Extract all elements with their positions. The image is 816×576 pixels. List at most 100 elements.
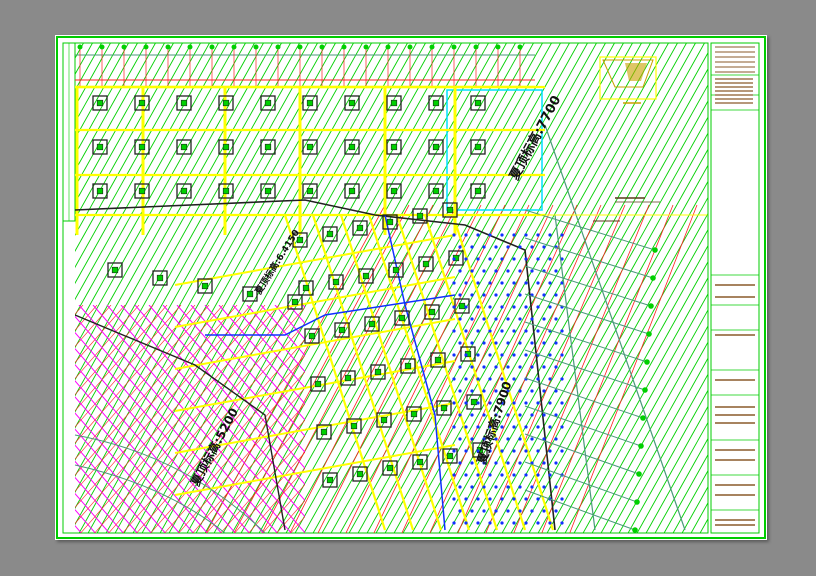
column-footing [470, 183, 486, 199]
dot-mark [512, 401, 516, 405]
dot-mark [560, 233, 564, 237]
dot-mark [530, 341, 534, 345]
dot-mark [482, 317, 486, 321]
dot-mark [482, 269, 486, 273]
magenta-cross-line [75, 305, 238, 492]
dot-mark [512, 353, 516, 357]
dot-mark [452, 497, 456, 501]
footing-core [434, 356, 442, 364]
dot-mark [476, 473, 480, 477]
footing-core [291, 298, 299, 306]
footing-core [392, 266, 400, 274]
dot-mark [536, 449, 540, 453]
dot-mark [500, 425, 504, 429]
dot-mark [482, 485, 486, 489]
footing-core [96, 143, 104, 151]
footing-core [306, 99, 314, 107]
dot-mark [452, 353, 456, 357]
dot-mark [458, 269, 462, 273]
dot-mark [548, 521, 552, 525]
magenta-line [75, 364, 222, 533]
dot-mark [554, 437, 558, 441]
footing-core [432, 99, 440, 107]
dot-mark [458, 365, 462, 369]
dot-mark [464, 473, 468, 477]
dot-mark [536, 521, 540, 525]
footing-core [416, 458, 424, 466]
dot-mark [506, 365, 510, 369]
magenta-cross-line [75, 305, 224, 476]
dot-mark [494, 509, 498, 513]
dot-mark [512, 233, 516, 237]
dot-mark [536, 497, 540, 501]
dot-mark [542, 365, 546, 369]
footing-core [356, 470, 364, 478]
dot-mark [548, 401, 552, 405]
dot-mark [524, 449, 528, 453]
magenta-cross-line [75, 305, 154, 396]
dot-mark [452, 305, 456, 309]
footing-core [222, 99, 230, 107]
dot-mark [518, 389, 522, 393]
dot-mark [536, 377, 540, 381]
dot-mark [524, 521, 528, 525]
top-bubble [99, 44, 105, 50]
dot-mark [518, 293, 522, 297]
magenta-cross-line [75, 305, 98, 331]
dot-mark [506, 269, 510, 273]
dot-mark [464, 497, 468, 501]
top-bubble [407, 44, 413, 50]
dot-mark [494, 245, 498, 249]
dot-mark [518, 485, 522, 489]
dot-mark [488, 353, 492, 357]
dot-mark [554, 485, 558, 489]
column-footing [344, 183, 360, 199]
footing-core [374, 368, 382, 376]
footing-core [362, 272, 370, 280]
dot-mark [554, 365, 558, 369]
dot-mark [500, 233, 504, 237]
top-bubble [253, 44, 259, 50]
footing-core [390, 143, 398, 151]
dot-mark [452, 425, 456, 429]
footing-core [96, 187, 104, 195]
dot-mark [488, 401, 492, 405]
axis-bubble [650, 275, 656, 281]
dot-mark [476, 401, 480, 405]
dot-mark [458, 341, 462, 345]
dot-mark [542, 389, 546, 393]
hatch-line [465, 100, 708, 533]
dot-mark [482, 509, 486, 513]
footing-core [180, 99, 188, 107]
dot-mark [488, 521, 492, 525]
dot-mark [500, 497, 504, 501]
top-bubble [341, 44, 347, 50]
top-bubble [517, 44, 523, 50]
top-bubble [319, 44, 325, 50]
footing-core [326, 230, 334, 238]
footing-core [222, 187, 230, 195]
dot-mark [524, 329, 528, 333]
footing-core [386, 464, 394, 472]
drawing-viewer[interactable]: 夏顶标高:7700 夏顶标高:7900 夏顶标高:5200 夏顶标高:6.415… [0, 0, 816, 576]
dot-mark [458, 389, 462, 393]
footing-core [314, 380, 322, 388]
dot-mark [536, 257, 540, 261]
footing-core [264, 187, 272, 195]
dot-mark [542, 509, 546, 513]
footing-core [332, 278, 340, 286]
axis-bubble [632, 527, 638, 533]
dot-mark [560, 425, 564, 429]
dot-mark [458, 437, 462, 441]
hatch-line [75, 43, 283, 413]
footing-core [380, 416, 388, 424]
dot-mark [488, 281, 492, 285]
dot-mark [470, 317, 474, 321]
dot-mark [488, 305, 492, 309]
dot-mark [452, 329, 456, 333]
dot-mark [536, 233, 540, 237]
dot-mark [452, 233, 456, 237]
dot-mark [548, 257, 552, 261]
dot-mark [560, 449, 564, 453]
drawing-sheet[interactable]: 夏顶标高:7700 夏顶标高:7900 夏顶标高:5200 夏顶标高:6.415… [55, 35, 767, 540]
